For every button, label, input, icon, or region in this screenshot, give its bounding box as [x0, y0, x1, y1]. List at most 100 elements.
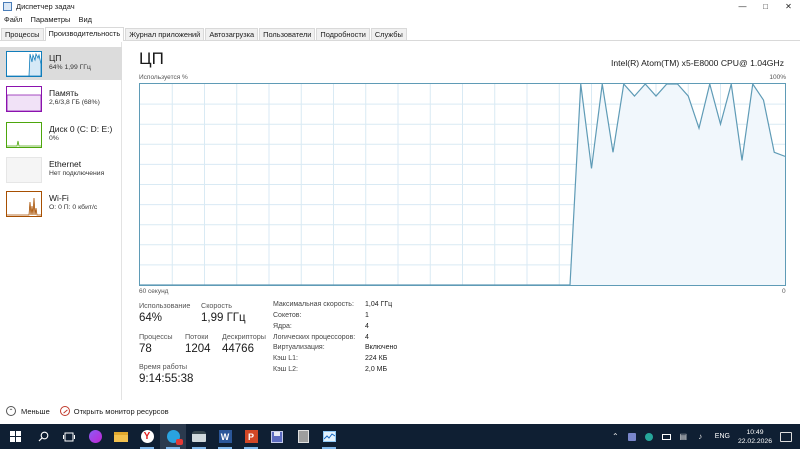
task-manager-icon — [3, 2, 12, 11]
taskbar-yandex-browser[interactable]: Y — [134, 424, 160, 449]
folder-icon — [114, 431, 128, 442]
menu-options[interactable]: Параметры — [26, 14, 74, 25]
processes-label: Процессы — [139, 332, 173, 341]
tab-startup[interactable]: Автозагрузка — [205, 28, 259, 40]
resource-monitor-label: Открыть монитор ресурсов — [73, 406, 169, 416]
memory-thumbnail-graph — [6, 85, 42, 112]
start-button[interactable] — [0, 424, 30, 449]
taskbar-floppy-app[interactable] — [264, 424, 290, 449]
menu-file[interactable]: Файл — [0, 14, 26, 25]
sidebar-item-sublabel: Нет подключения — [49, 170, 105, 177]
tab-bar: Процессы Производительность Журнал прило… — [0, 27, 800, 41]
usage-value: 64% — [139, 312, 163, 324]
menu-bar: Файл Параметры Вид — [0, 14, 96, 25]
performance-sidebar: ЦП 64% 1,99 ГГц Память 2,6/3,8 ГБ (68%) … — [0, 42, 122, 400]
speed-label: Скорость — [201, 301, 233, 310]
maximize-button[interactable]: □ — [754, 0, 777, 13]
ethernet-thumbnail-graph — [6, 156, 42, 183]
search-icon — [38, 431, 48, 442]
clock-date: 22.02.2026 — [737, 437, 772, 445]
usage-label: Использование — [139, 301, 191, 310]
sidebar-item-label: ЦП — [49, 53, 62, 63]
hat-app-icon — [192, 431, 206, 442]
spec-sockets-label: Сокетов: — [273, 312, 302, 319]
cpu-usage-chart — [140, 82, 786, 286]
yandex-browser-icon: Y — [140, 430, 154, 443]
threads-label: Потоки — [185, 332, 209, 341]
clock-time: 10:49 — [746, 428, 764, 436]
speed-value: 1,99 ГГц — [201, 312, 246, 324]
tab-services[interactable]: Службы — [370, 28, 407, 40]
sidebar-item-wifi[interactable]: Wi-Fi О: 0 П: 0 кбит/с — [0, 187, 122, 220]
processes-value: 78 — [139, 343, 152, 355]
close-button[interactable]: ✕ — [777, 0, 800, 13]
cpu-thumbnail-graph — [6, 50, 42, 77]
spec-logical-value: 4 — [365, 334, 369, 341]
spec-l2-value: 2,0 МБ — [365, 366, 388, 373]
graph-x-label: 60 секунд — [139, 288, 169, 295]
taskbar-telegram[interactable] — [160, 424, 186, 449]
task-view-button[interactable] — [56, 424, 82, 449]
sidebar-item-label: Ethernet — [49, 159, 82, 169]
spec-max-speed-label: Максимальная скорость: — [273, 301, 354, 308]
minimize-button[interactable]: — — [731, 0, 754, 13]
sidebar-item-sublabel: 2,6/3,8 ГБ (68%) — [49, 99, 100, 106]
menu-view[interactable]: Вид — [74, 14, 96, 25]
taskbar-task-manager[interactable] — [316, 424, 342, 449]
taskbar-alice-app[interactable] — [82, 424, 108, 449]
sidebar-item-ethernet[interactable]: Ethernet Нет подключения — [0, 153, 122, 186]
sidebar-item-sublabel: 64% 1,99 ГГц — [49, 64, 91, 71]
tab-users[interactable]: Пользователи — [259, 28, 316, 40]
taskbar-archive-app[interactable] — [290, 424, 316, 449]
tab-details[interactable]: Подробности — [316, 28, 370, 40]
taskbar-file-explorer[interactable] — [108, 424, 134, 449]
tray-app-icon[interactable] — [644, 431, 655, 442]
cpu-usage-graph — [139, 82, 786, 286]
tab-processes[interactable]: Процессы — [1, 28, 44, 40]
sidebar-item-disk[interactable]: Диск 0 (C: D: E:) 0% — [0, 118, 122, 151]
sidebar-item-memory[interactable]: Память 2,6/3,8 ГБ (68%) — [0, 82, 122, 115]
floppy-disk-icon — [271, 430, 283, 443]
network-icon[interactable]: ▤ — [678, 431, 689, 442]
spec-virtualization-value: Включено — [365, 344, 398, 351]
window-title: Диспетчер задач — [16, 2, 75, 11]
volume-icon[interactable]: ♪ — [695, 431, 706, 442]
task-view-icon — [63, 432, 75, 441]
spec-l2-label: Кэш L2: — [273, 366, 298, 373]
archive-icon — [297, 430, 309, 443]
tab-performance[interactable]: Производительность — [44, 27, 125, 41]
disk-thumbnail-graph — [6, 121, 42, 148]
tab-app-history[interactable]: Журнал приложений — [125, 28, 205, 40]
bottom-bar: ⌃ Меньше Открыть монитор ресурсов — [0, 401, 800, 421]
input-language[interactable]: ENG — [715, 433, 730, 440]
resource-monitor-icon — [59, 406, 70, 416]
sidebar-item-label: Память — [49, 88, 79, 98]
taskbar: Y W P ⌃ ▤ ♪ ENG 10:49 22.02.2026 — [0, 424, 800, 449]
sidebar-item-cpu[interactable]: ЦП 64% 1,99 ГГц — [0, 47, 122, 80]
search-button[interactable] — [30, 424, 56, 449]
taskbar-app-hat[interactable] — [186, 424, 212, 449]
spec-logical-label: Логических процессоров: — [273, 334, 356, 341]
window-controls: — □ ✕ — [731, 0, 800, 13]
spec-l1-value: 224 КБ — [365, 355, 388, 362]
graph-x-min-label: 0 — [782, 288, 786, 295]
chevron-up-icon[interactable]: ⌃ — [610, 431, 621, 442]
notification-icon[interactable] — [780, 431, 792, 442]
system-clock[interactable]: 10:49 22.02.2026 — [738, 428, 772, 446]
wifi-thumbnail-graph — [6, 190, 42, 217]
threads-value: 1204 — [185, 343, 211, 355]
alice-icon — [88, 430, 102, 443]
taskbar-word[interactable]: W — [212, 424, 238, 449]
tray-app-icon[interactable] — [627, 431, 638, 442]
graph-y-label: Используется % — [139, 74, 188, 81]
spec-max-speed-value: 1,04 ГГц — [365, 301, 393, 308]
fewer-details-button[interactable]: ⌃ Меньше — [6, 406, 50, 416]
battery-icon[interactable] — [661, 431, 672, 442]
spec-cores-label: Ядра: — [273, 323, 292, 330]
open-resource-monitor-link[interactable]: Открыть монитор ресурсов — [59, 406, 169, 416]
chevron-up-icon: ⌃ — [6, 406, 16, 416]
task-manager-icon — [322, 431, 336, 442]
taskbar-powerpoint[interactable]: P — [238, 424, 264, 449]
windows-logo-icon — [9, 431, 21, 442]
sidebar-item-label: Wi-Fi — [49, 193, 69, 203]
